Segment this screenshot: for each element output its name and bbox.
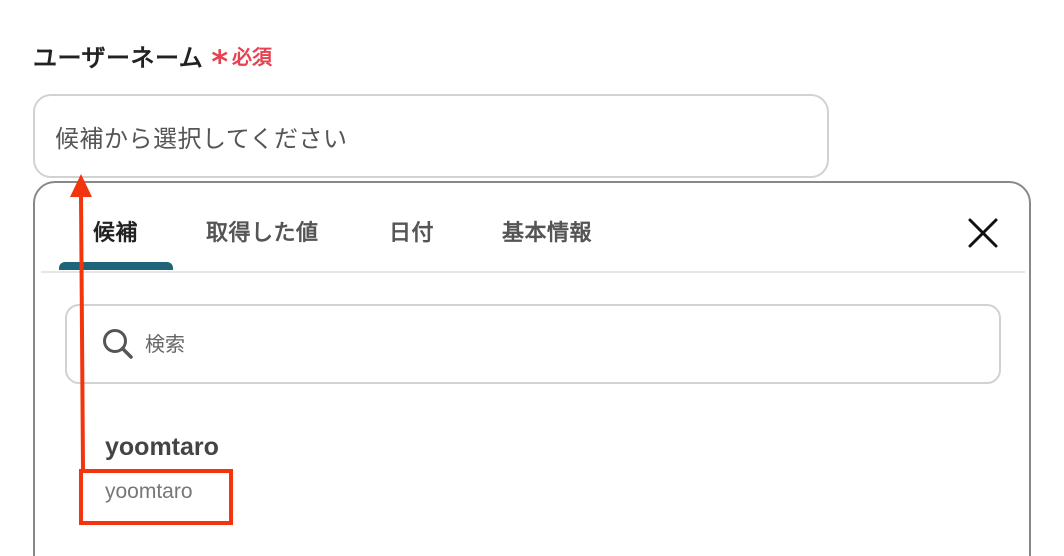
tab-basic-info[interactable]: 基本情報 <box>502 215 592 247</box>
active-tab-indicator <box>59 262 173 270</box>
page: ユーザーネーム * 必須 候補から選択してください 候補 取得した値 日付 基本… <box>0 0 1064 556</box>
username-select-input[interactable]: 候補から選択してください <box>33 94 829 178</box>
field-label: ユーザーネーム * 必須 <box>33 38 273 81</box>
option-item[interactable]: yoomtaro yoomtaro <box>105 433 965 504</box>
required-asterisk: * <box>211 42 229 81</box>
close-icon <box>968 218 998 248</box>
close-button[interactable] <box>963 213 1003 253</box>
annotation-highlight-box <box>79 469 233 525</box>
search-box <box>65 304 1001 384</box>
search-input[interactable] <box>143 331 947 357</box>
search-icon <box>103 329 133 359</box>
tab-bar: 候補 取得した値 日付 基本情報 <box>41 183 1025 273</box>
required-text: 必須 <box>232 45 273 69</box>
tab-candidates[interactable]: 候補 <box>93 215 138 247</box>
option-subtitle: yoomtaro <box>105 480 193 503</box>
option-title: yoomtaro <box>105 433 219 461</box>
tab-fetched-values[interactable]: 取得した値 <box>206 215 319 247</box>
field-label-text: ユーザーネーム <box>33 44 204 72</box>
select-placeholder: 候補から選択してください <box>55 124 348 153</box>
tab-date[interactable]: 日付 <box>389 215 434 247</box>
